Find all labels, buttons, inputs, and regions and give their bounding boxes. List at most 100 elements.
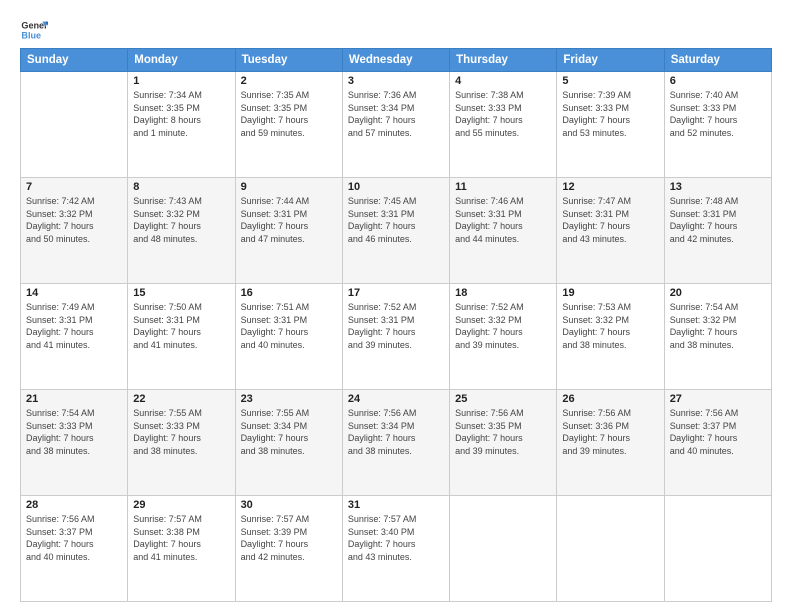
day-number: 2 [241,75,337,87]
day-info: Sunrise: 7:35 AM Sunset: 3:35 PM Dayligh… [241,89,337,139]
day-number: 12 [562,181,658,193]
weekday-tuesday: Tuesday [235,49,342,72]
day-number: 16 [241,287,337,299]
calendar-cell [664,496,771,602]
day-number: 14 [26,287,122,299]
day-info: Sunrise: 7:38 AM Sunset: 3:33 PM Dayligh… [455,89,551,139]
day-info: Sunrise: 7:52 AM Sunset: 3:31 PM Dayligh… [348,301,444,351]
day-number: 17 [348,287,444,299]
calendar-cell: 26Sunrise: 7:56 AM Sunset: 3:36 PM Dayli… [557,390,664,496]
weekday-thursday: Thursday [450,49,557,72]
weekday-header-row: SundayMondayTuesdayWednesdayThursdayFrid… [21,49,772,72]
calendar-cell: 16 Sunrise: 7:51 AM Sunset: 3:31 PM Dayli… [235,284,342,390]
calendar-cell: 31 Sunrise: 7:57 AM Sunset: 3:40 PM Dayli… [342,496,449,602]
day-number: 6 [670,75,766,87]
day-info: Sunrise: 7:56 AM Sunset: 3:37 PM Dayligh… [26,513,122,563]
day-number: 10 [348,181,444,193]
calendar-cell: 15 Sunrise: 7:50 AM Sunset: 3:31 PM Dayli… [128,284,235,390]
calendar-cell: 7Sunrise: 7:42 AM Sunset: 3:32 PM Daylig… [21,178,128,284]
calendar-cell: 22 Sunrise: 7:55 AM Sunset: 3:33 PM Dayli… [128,390,235,496]
day-info: Sunrise: 7:54 AM Sunset: 3:33 PM Dayligh… [26,407,122,457]
day-info: Sunrise: 7:56 AM Sunset: 3:37 PM Dayligh… [670,407,766,457]
header: General Blue [20,16,772,44]
day-number: 19 [562,287,658,299]
day-info: Sunrise: 7:42 AM Sunset: 3:32 PM Dayligh… [26,195,122,245]
calendar-cell [21,72,128,178]
calendar-cell [450,496,557,602]
day-number: 9 [241,181,337,193]
day-info: Sunrise: 7:52 AM Sunset: 3:32 PM Dayligh… [455,301,551,351]
day-info: Sunrise: 7:34 AM Sunset: 3:35 PM Dayligh… [133,89,229,139]
calendar-cell: 25 Sunrise: 7:56 AM Sunset: 3:35 PM Dayli… [450,390,557,496]
calendar-cell: 9Sunrise: 7:44 AM Sunset: 3:31 PM Daylig… [235,178,342,284]
calendar-cell: 3Sunrise: 7:36 AM Sunset: 3:34 PM Daylig… [342,72,449,178]
day-info: Sunrise: 7:43 AM Sunset: 3:32 PM Dayligh… [133,195,229,245]
day-info: Sunrise: 7:40 AM Sunset: 3:33 PM Dayligh… [670,89,766,139]
calendar-cell: 14Sunrise: 7:49 AM Sunset: 3:31 PM Dayli… [21,284,128,390]
calendar-cell: 5 Sunrise: 7:39 AM Sunset: 3:33 PM Daylig… [557,72,664,178]
day-info: Sunrise: 7:39 AM Sunset: 3:33 PM Dayligh… [562,89,658,139]
day-number: 22 [133,393,229,405]
calendar-cell: 1 Sunrise: 7:34 AM Sunset: 3:35 PM Daylig… [128,72,235,178]
day-info: Sunrise: 7:53 AM Sunset: 3:32 PM Dayligh… [562,301,658,351]
day-info: Sunrise: 7:47 AM Sunset: 3:31 PM Dayligh… [562,195,658,245]
day-info: Sunrise: 7:51 AM Sunset: 3:31 PM Dayligh… [241,301,337,351]
day-number: 31 [348,499,444,511]
calendar-cell: 17 Sunrise: 7:52 AM Sunset: 3:31 PM Dayli… [342,284,449,390]
calendar-cell: 10 Sunrise: 7:45 AM Sunset: 3:31 PM Dayli… [342,178,449,284]
calendar-cell: 28 Sunrise: 7:56 AM Sunset: 3:37 PM Dayli… [21,496,128,602]
weekday-sunday: Sunday [21,49,128,72]
day-number: 23 [241,393,337,405]
weekday-friday: Friday [557,49,664,72]
day-info: Sunrise: 7:46 AM Sunset: 3:31 PM Dayligh… [455,195,551,245]
page: General Blue SundayMondayTuesdayWednesda… [0,0,792,612]
calendar-cell: 23 Sunrise: 7:55 AM Sunset: 3:34 PM Dayli… [235,390,342,496]
weekday-saturday: Saturday [664,49,771,72]
calendar-cell: 29 Sunrise: 7:57 AM Sunset: 3:38 PM Dayli… [128,496,235,602]
day-number: 27 [670,393,766,405]
calendar-cell: 21 Sunrise: 7:54 AM Sunset: 3:33 PM Dayli… [21,390,128,496]
calendar-cell: 12 Sunrise: 7:47 AM Sunset: 3:31 PM Dayli… [557,178,664,284]
day-number: 21 [26,393,122,405]
day-info: Sunrise: 7:55 AM Sunset: 3:34 PM Dayligh… [241,407,337,457]
day-number: 20 [670,287,766,299]
day-number: 28 [26,499,122,511]
calendar-cell: 11 Sunrise: 7:46 AM Sunset: 3:31 PM Dayli… [450,178,557,284]
logo: General Blue [20,16,52,44]
calendar-cell: 27 Sunrise: 7:56 AM Sunset: 3:37 PM Dayli… [664,390,771,496]
calendar-cell: 30Sunrise: 7:57 AM Sunset: 3:39 PM Dayli… [235,496,342,602]
day-number: 29 [133,499,229,511]
day-number: 13 [670,181,766,193]
weekday-monday: Monday [128,49,235,72]
day-info: Sunrise: 7:55 AM Sunset: 3:33 PM Dayligh… [133,407,229,457]
calendar-cell: 4Sunrise: 7:38 AM Sunset: 3:33 PM Daylig… [450,72,557,178]
day-info: Sunrise: 7:57 AM Sunset: 3:39 PM Dayligh… [241,513,337,563]
week-row-3: 21 Sunrise: 7:54 AM Sunset: 3:33 PM Dayli… [21,390,772,496]
day-info: Sunrise: 7:57 AM Sunset: 3:38 PM Dayligh… [133,513,229,563]
calendar-cell: 20Sunrise: 7:54 AM Sunset: 3:32 PM Dayli… [664,284,771,390]
calendar-cell: 24Sunrise: 7:56 AM Sunset: 3:34 PM Dayli… [342,390,449,496]
calendar-cell: 18 Sunrise: 7:52 AM Sunset: 3:32 PM Dayli… [450,284,557,390]
day-info: Sunrise: 7:48 AM Sunset: 3:31 PM Dayligh… [670,195,766,245]
svg-text:Blue: Blue [21,30,41,40]
day-info: Sunrise: 7:57 AM Sunset: 3:40 PM Dayligh… [348,513,444,563]
week-row-4: 28 Sunrise: 7:56 AM Sunset: 3:37 PM Dayli… [21,496,772,602]
day-number: 11 [455,181,551,193]
day-info: Sunrise: 7:50 AM Sunset: 3:31 PM Dayligh… [133,301,229,351]
calendar-cell: 19 Sunrise: 7:53 AM Sunset: 3:32 PM Dayli… [557,284,664,390]
calendar-cell: 8 Sunrise: 7:43 AM Sunset: 3:32 PM Daylig… [128,178,235,284]
day-number: 25 [455,393,551,405]
day-number: 15 [133,287,229,299]
logo-icon: General Blue [20,16,48,44]
day-info: Sunrise: 7:56 AM Sunset: 3:35 PM Dayligh… [455,407,551,457]
day-info: Sunrise: 7:56 AM Sunset: 3:34 PM Dayligh… [348,407,444,457]
day-number: 5 [562,75,658,87]
week-row-1: 7Sunrise: 7:42 AM Sunset: 3:32 PM Daylig… [21,178,772,284]
day-number: 18 [455,287,551,299]
day-number: 1 [133,75,229,87]
calendar-cell: 6 Sunrise: 7:40 AM Sunset: 3:33 PM Daylig… [664,72,771,178]
calendar-table: SundayMondayTuesdayWednesdayThursdayFrid… [20,48,772,602]
day-info: Sunrise: 7:45 AM Sunset: 3:31 PM Dayligh… [348,195,444,245]
week-row-2: 14Sunrise: 7:49 AM Sunset: 3:31 PM Dayli… [21,284,772,390]
day-number: 8 [133,181,229,193]
